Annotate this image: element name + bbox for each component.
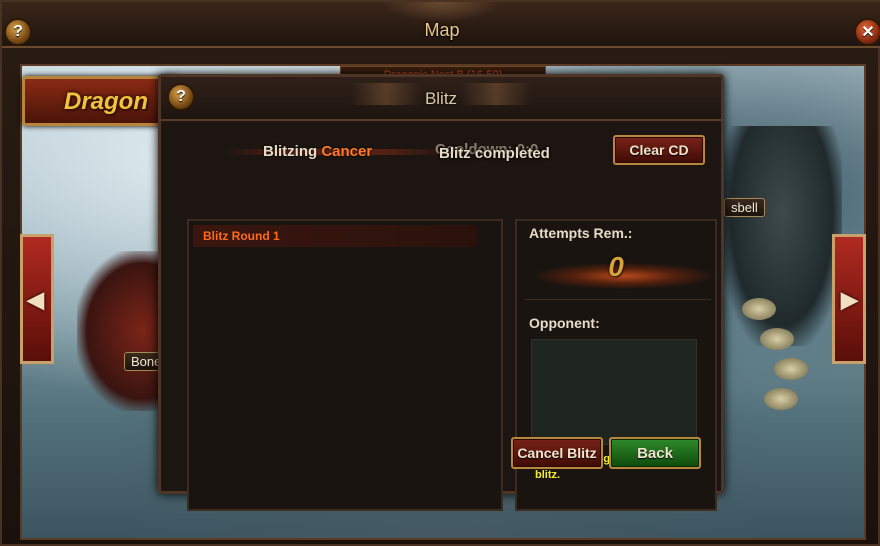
blitz-status: Blitzing Cancer — [263, 143, 372, 160]
map-titlebar: Map — [2, 2, 880, 48]
blitz-completed-text: Blitz completed — [439, 145, 550, 162]
opponent-portrait-slot — [531, 339, 697, 445]
blitz-dialog: Blitz ? Blitzing Cancer Cooldown: 0:0 Bl… — [158, 74, 724, 511]
attempts-value: 0 — [608, 251, 624, 282]
blitz-log-panel: Blitz Round 1 — [187, 219, 503, 511]
map-nav-left-button[interactable]: ◀ — [20, 234, 54, 364]
blitz-title: Blitz — [424, 89, 458, 108]
blitz-help-button[interactable]: ? — [167, 83, 195, 111]
log-row-text: Blitz Round 1 — [203, 229, 280, 243]
stone-pillar — [774, 358, 808, 380]
opponent-label: Opponent: — [529, 315, 600, 331]
back-button[interactable]: Back — [609, 437, 701, 469]
arrow-left-icon: ◀ — [27, 287, 44, 312]
blitz-status-prefix: Blitzing — [263, 143, 318, 160]
log-row: Blitz Round 1 — [193, 225, 477, 247]
map-close-button[interactable]: ✕ — [854, 18, 880, 46]
blitz-status-target: Cancer — [321, 143, 373, 160]
map-nav-right-button[interactable]: ▶ — [832, 234, 866, 364]
region-banner-label: Dragon — [64, 88, 148, 115]
divider — [525, 299, 711, 300]
question-mark-icon: ? — [13, 23, 23, 40]
close-icon: ✕ — [861, 24, 875, 41]
game-screen: Map ? ✕ Dragonic Nest B (16-50) Dragon ◀… — [0, 0, 880, 546]
stone-pillar — [760, 328, 794, 350]
stone-spire-island — [722, 126, 842, 346]
map-title-ornament — [382, 2, 502, 22]
map-node-label-sbell[interactable]: sbell — [724, 198, 765, 217]
question-mark-icon: ? — [176, 88, 186, 105]
attempts-label: Attempts Rem.: — [529, 225, 633, 241]
blitz-body: Blitzing Cancer Cooldown: 0:0 Blitz comp… — [173, 121, 717, 511]
map-help-button[interactable]: ? — [4, 18, 32, 46]
map-title: Map — [424, 20, 460, 40]
arrow-right-icon: ▶ — [841, 287, 858, 312]
cancel-blitz-button[interactable]: Cancel Blitz — [511, 437, 603, 469]
stone-pillar — [742, 298, 776, 320]
blitz-titlebar: Blitz — [161, 77, 721, 121]
stone-pillar — [764, 388, 798, 410]
clear-cd-button[interactable]: Clear CD — [613, 135, 705, 165]
